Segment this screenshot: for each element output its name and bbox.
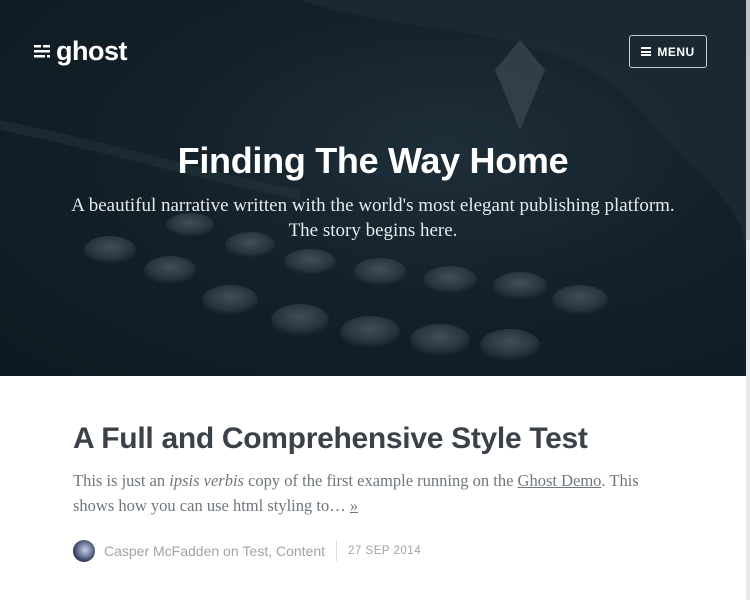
post-excerpt: This is just an ipsis verbis copy of the… [73, 468, 673, 518]
read-more-link[interactable]: » [350, 496, 358, 515]
meta-on-word: on [219, 543, 243, 559]
blog-title: Finding The Way Home [177, 140, 569, 181]
ghost-logo-icon [34, 45, 50, 58]
post-card: A Full and Comprehensive Style Test This… [73, 422, 673, 562]
author-avatar[interactable] [73, 540, 95, 562]
excerpt-text: copy of the first example running on the [243, 471, 518, 490]
meta-divider [336, 541, 338, 561]
ghost-demo-link[interactable]: Ghost Demo [518, 471, 602, 490]
menu-button[interactable]: MENU [629, 35, 707, 68]
post-meta: Casper McFadden on Test, Content 27 SEP … [73, 540, 673, 562]
blog-description: A beautiful narrative written with the w… [71, 195, 675, 241]
post-title[interactable]: A Full and Comprehensive Style Test [73, 422, 673, 456]
excerpt-emphasis: ipsis verbis [169, 471, 244, 490]
logo-text: ghost [56, 35, 128, 66]
site-header: ghost MENU Finding The Way Home A beauti… [0, 0, 746, 376]
site-logo[interactable]: ghost [34, 35, 128, 67]
scrollbar-thumb[interactable] [746, 0, 750, 240]
post-date: 27 SEP 2014 [348, 545, 422, 557]
post-tags-link[interactable]: Test, Content [243, 543, 326, 559]
hamburger-icon [641, 47, 652, 56]
menu-label: MENU [657, 44, 695, 59]
author-link[interactable]: Casper McFadden [104, 543, 219, 559]
excerpt-text: This is just an [73, 471, 170, 490]
